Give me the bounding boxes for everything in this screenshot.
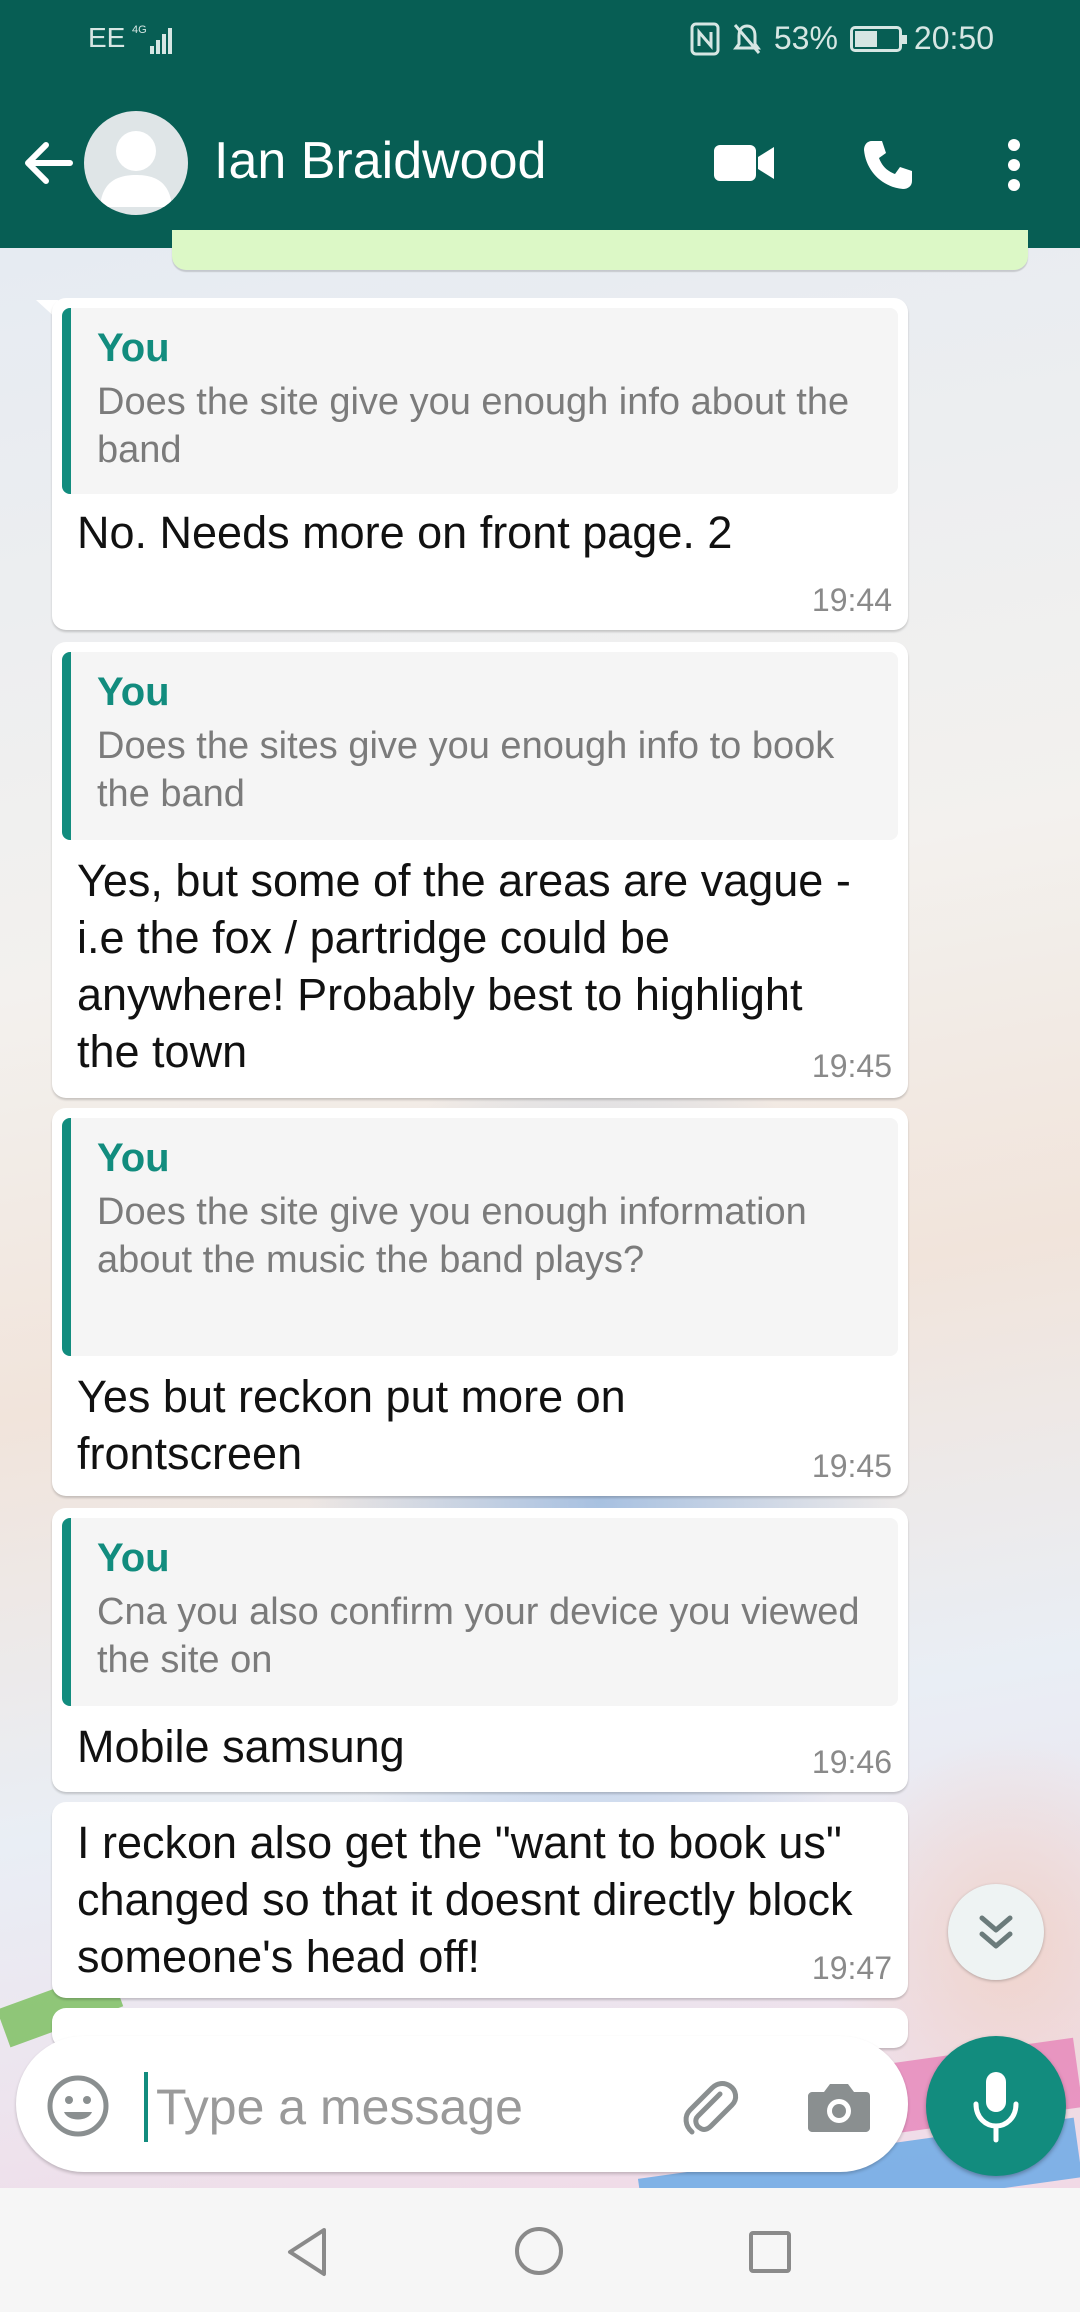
- quoted-message[interactable]: You Does the site give you enough info a…: [62, 308, 898, 494]
- message-bubble[interactable]: You Does the site give you enough info a…: [52, 298, 908, 630]
- battery-fill: [854, 30, 878, 47]
- quote-text: Does the site give you enough info about…: [97, 381, 850, 471]
- bell-muted-icon: [732, 23, 761, 54]
- microphone-icon: [973, 2072, 1019, 2143]
- message-text: Yes, but some of the areas are vague - i…: [77, 855, 851, 1077]
- smiley-icon[interactable]: [46, 2074, 110, 2138]
- battery-percent: 53%: [773, 20, 838, 56]
- scroll-to-bottom-button[interactable]: [948, 1884, 1044, 1980]
- message-bubble[interactable]: You Does the sites give you enough info …: [52, 642, 908, 1098]
- quote-text: Does the site give you enough informatio…: [97, 1191, 807, 1281]
- quote-author: You: [97, 326, 170, 370]
- avatar[interactable]: [84, 111, 188, 215]
- message-time: 19:45: [811, 1048, 892, 1084]
- message-bubble-partial: [172, 230, 1028, 270]
- message-time: 19:46: [811, 1744, 892, 1780]
- quote-author: You: [97, 1536, 170, 1580]
- default-avatar-icon: [100, 131, 172, 207]
- message-time: 19:47: [811, 1950, 892, 1986]
- quote-text: Cna you also confirm your device you vie…: [97, 1591, 860, 1681]
- carrier-label: EE: [88, 22, 126, 53]
- camera-icon[interactable]: [806, 2078, 872, 2134]
- battery-icon: [849, 25, 907, 52]
- message-text: Yes but reckon put more on frontscreen: [77, 1371, 626, 1479]
- more-vertical-icon[interactable]: [1004, 137, 1024, 193]
- chat-header: Ian Braidwood: [0, 81, 1080, 248]
- nav-recents-icon[interactable]: [748, 2230, 792, 2274]
- contact-name[interactable]: Ian Braidwood: [214, 131, 546, 191]
- quoted-message[interactable]: You Cna you also confirm your device you…: [62, 1518, 898, 1706]
- quote-author: You: [97, 670, 170, 714]
- quoted-message[interactable]: You Does the site give you enough inform…: [62, 1118, 898, 1356]
- nfc-icon: [690, 22, 720, 55]
- text-cursor: [144, 2072, 148, 2142]
- message-bubble[interactable]: I reckon also get the "want to book us" …: [52, 1802, 908, 1998]
- arrow-left-icon[interactable]: [22, 137, 74, 189]
- message-text: Mobile samsung: [77, 1721, 405, 1772]
- phone-icon[interactable]: [860, 137, 916, 193]
- video-camera-icon[interactable]: [712, 139, 776, 187]
- nav-back-icon[interactable]: [284, 2226, 332, 2278]
- message-input[interactable]: [154, 2064, 658, 2150]
- compose-bar: [16, 2036, 908, 2172]
- clock: 20:50: [913, 20, 994, 56]
- paperclip-icon[interactable]: [676, 2074, 744, 2142]
- signal-icon: 4G: [132, 24, 172, 54]
- nav-home-icon[interactable]: [514, 2226, 564, 2276]
- status-bar: EE 4G 53% 20:50: [0, 0, 1080, 81]
- message-text: No. Needs more on front page. 2: [77, 507, 733, 558]
- quote-text: Does the sites give you enough info to b…: [97, 725, 835, 815]
- message-time: 19:45: [811, 1448, 892, 1484]
- message-bubble[interactable]: You Cna you also confirm your device you…: [52, 1508, 908, 1792]
- quoted-message[interactable]: You Does the sites give you enough info …: [62, 652, 898, 840]
- system-nav-bar: [0, 2188, 1080, 2312]
- message-text: I reckon also get the "want to book us" …: [77, 1817, 853, 1982]
- message-time: 19:44: [811, 582, 892, 618]
- network-type-label: 4G: [132, 24, 147, 36]
- quote-author: You: [97, 1136, 170, 1180]
- message-bubble[interactable]: You Does the site give you enough inform…: [52, 1108, 908, 1496]
- voice-record-button[interactable]: [926, 2036, 1066, 2176]
- double-chevron-down-icon: [979, 1915, 1013, 1949]
